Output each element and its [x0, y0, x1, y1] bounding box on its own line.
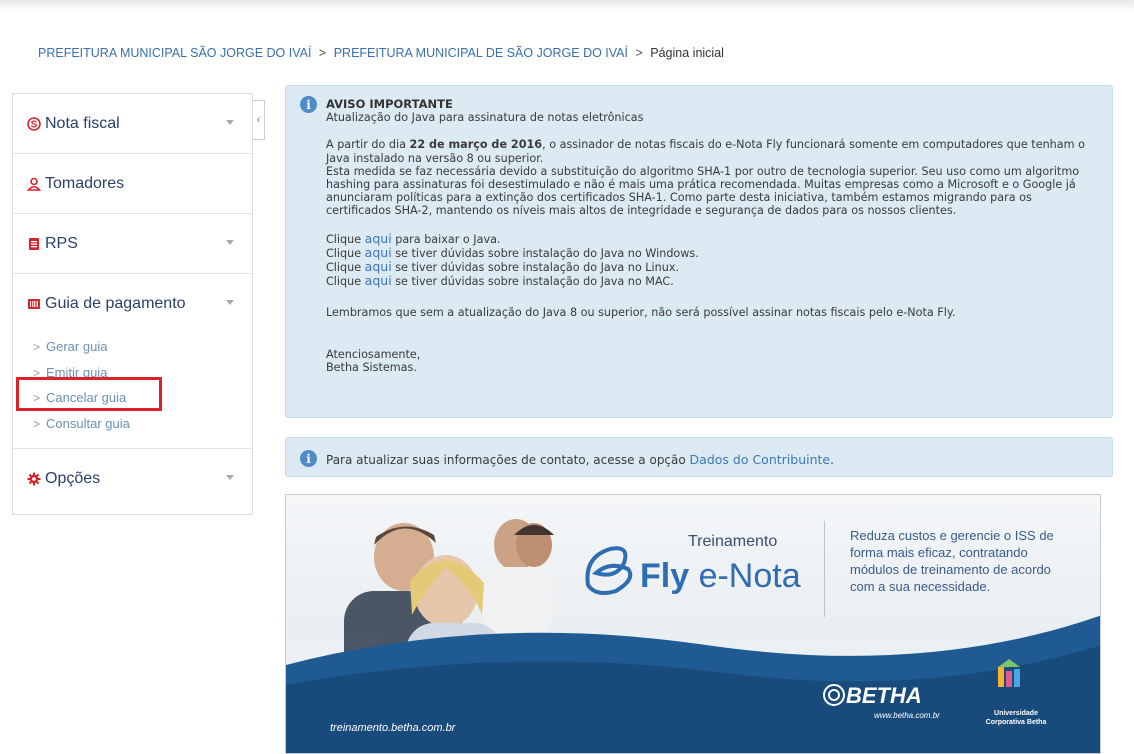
- sidebar-item-guia-pagamento[interactable]: Guia de pagamento: [13, 274, 252, 334]
- chevron-right-icon: >: [33, 365, 41, 380]
- aviso-subtitle: Atualização do Java para assinatura de n…: [326, 111, 644, 125]
- banner-url: treinamento.betha.com.br: [330, 722, 456, 734]
- submenu-emitir-guia[interactable]: > Emitir guia: [33, 360, 252, 386]
- chevron-down-icon: [226, 240, 234, 245]
- chevron-down-icon: [226, 475, 234, 480]
- java-windows-line: Clique aqui se tiver dúvidas sobre insta…: [326, 244, 699, 260]
- submenu-label: Gerar guia: [46, 339, 108, 354]
- dollar-icon: S: [27, 116, 41, 131]
- aviso-date: 22 de março de 2016: [409, 138, 543, 152]
- contato-text: Para atualizar suas informações de conta…: [326, 452, 834, 467]
- java-linux-link[interactable]: aqui: [365, 259, 392, 274]
- aviso-panel: i AVISO IMPORTANTE Atualização do Java p…: [285, 85, 1113, 418]
- betha-url: www.betha.com.br: [874, 711, 940, 720]
- barcode-icon: [27, 297, 41, 311]
- java-linux-line: Clique aqui se tiver dúvidas sobre insta…: [326, 259, 680, 275]
- chevron-right-icon: >: [33, 391, 41, 405]
- submenu-cancelar-guia[interactable]: > Cancelar guia: [33, 385, 252, 411]
- java-download-link[interactable]: aqui: [365, 231, 392, 246]
- betha-logo: BETHA: [846, 683, 922, 708]
- sidebar-item-nota-fiscal[interactable]: S Nota fiscal: [13, 94, 252, 154]
- chevron-right-icon: >: [33, 416, 41, 431]
- chevron-right-icon: >: [33, 340, 41, 354]
- submenu-consultar-guia[interactable]: > Consultar guia: [33, 411, 252, 437]
- sidebar-item-rps[interactable]: RPS: [13, 214, 252, 274]
- submenu-label: Cancelar guia: [46, 390, 127, 405]
- universidade-logo-text: Universidade Corporativa Betha: [985, 710, 1047, 726]
- guia-submenu: > Gerar guia > Emitir guia > Cancelar guia …: [13, 334, 252, 449]
- java-mac-line: Clique aqui se tiver dúvidas sobre insta…: [326, 273, 674, 289]
- aviso-title: AVISO IMPORTANTE: [326, 97, 453, 111]
- aviso-paragraph-2: Esta medida se faz necessária devido a s…: [326, 164, 1080, 218]
- info-icon: i: [300, 96, 317, 113]
- submenu-label: Emitir guia: [46, 364, 108, 380]
- contato-panel: i Para atualizar suas informações de con…: [285, 437, 1113, 477]
- banner-divider: [824, 521, 825, 617]
- top-shadow: [0, 0, 1134, 12]
- sidebar-item-opcoes[interactable]: Opções: [13, 449, 252, 509]
- aviso-reminder: Lembramos que sem a atualização do Java …: [326, 306, 956, 320]
- breadcrumb-current: Página inicial: [650, 46, 724, 60]
- sidebar-item-label: Guia de pagamento: [45, 295, 186, 312]
- submenu-label: Consultar guia: [46, 415, 130, 431]
- sidebar: S Nota fiscal Tomadores RPS Guia de paga…: [12, 93, 253, 515]
- aviso-paragraph-1: A partir do dia 22 de março de 2016, o a…: [326, 138, 1085, 165]
- sidebar-item-label: Opções: [45, 470, 101, 487]
- banner-description: Reduza custos e gerencie o ISS de forma …: [850, 528, 1054, 594]
- aviso-signature: Betha Sistemas.: [326, 360, 417, 374]
- sidebar-item-tomadores[interactable]: Tomadores: [13, 154, 252, 214]
- sidebar-item-label: Nota fiscal: [45, 114, 120, 132]
- java-windows-link[interactable]: aqui: [365, 245, 392, 260]
- document-icon: [27, 237, 41, 251]
- breadcrumb-link-prefeitura[interactable]: PREFEITURA MUNICIPAL SÃO JORGE DO IVAÍ: [38, 46, 311, 60]
- submenu-gerar-guia[interactable]: > Gerar guia: [33, 334, 252, 360]
- svg-text:S: S: [31, 119, 38, 130]
- dados-contribuinte-link[interactable]: Dados do Contribuinte: [690, 452, 831, 467]
- info-icon: i: [300, 450, 317, 467]
- chevron-down-icon: [226, 300, 234, 305]
- chevron-down-icon: [226, 120, 234, 125]
- breadcrumb-link-prefeitura-municipal[interactable]: PREFEITURA MUNICIPAL DE SÃO JORGE DO IVA…: [334, 46, 628, 60]
- breadcrumb-separator: >: [635, 46, 643, 60]
- breadcrumb: PREFEITURA MUNICIPAL SÃO JORGE DO IVAÍ >…: [38, 46, 724, 60]
- java-mac-link[interactable]: aqui: [365, 273, 392, 288]
- sidebar-item-label: Tomadores: [45, 174, 125, 192]
- fly-logo-icon: [585, 546, 633, 595]
- banner-treinamento: Treinamento: [688, 533, 778, 550]
- breadcrumb-separator: >: [318, 46, 327, 60]
- gear-icon: [27, 472, 41, 486]
- java-download-line: Clique aqui para baixar o Java.: [326, 230, 501, 246]
- user-icon: [27, 177, 41, 191]
- sidebar-collapse-button[interactable]: ‹: [253, 100, 265, 140]
- banner-product-name: Fly e-Nota: [640, 557, 801, 595]
- sidebar-item-label: RPS: [45, 234, 78, 252]
- training-banner[interactable]: Treinamento Fly e-Nota Reduza custos e g…: [285, 494, 1101, 754]
- aviso-closing: Atenciosamente,: [326, 347, 421, 361]
